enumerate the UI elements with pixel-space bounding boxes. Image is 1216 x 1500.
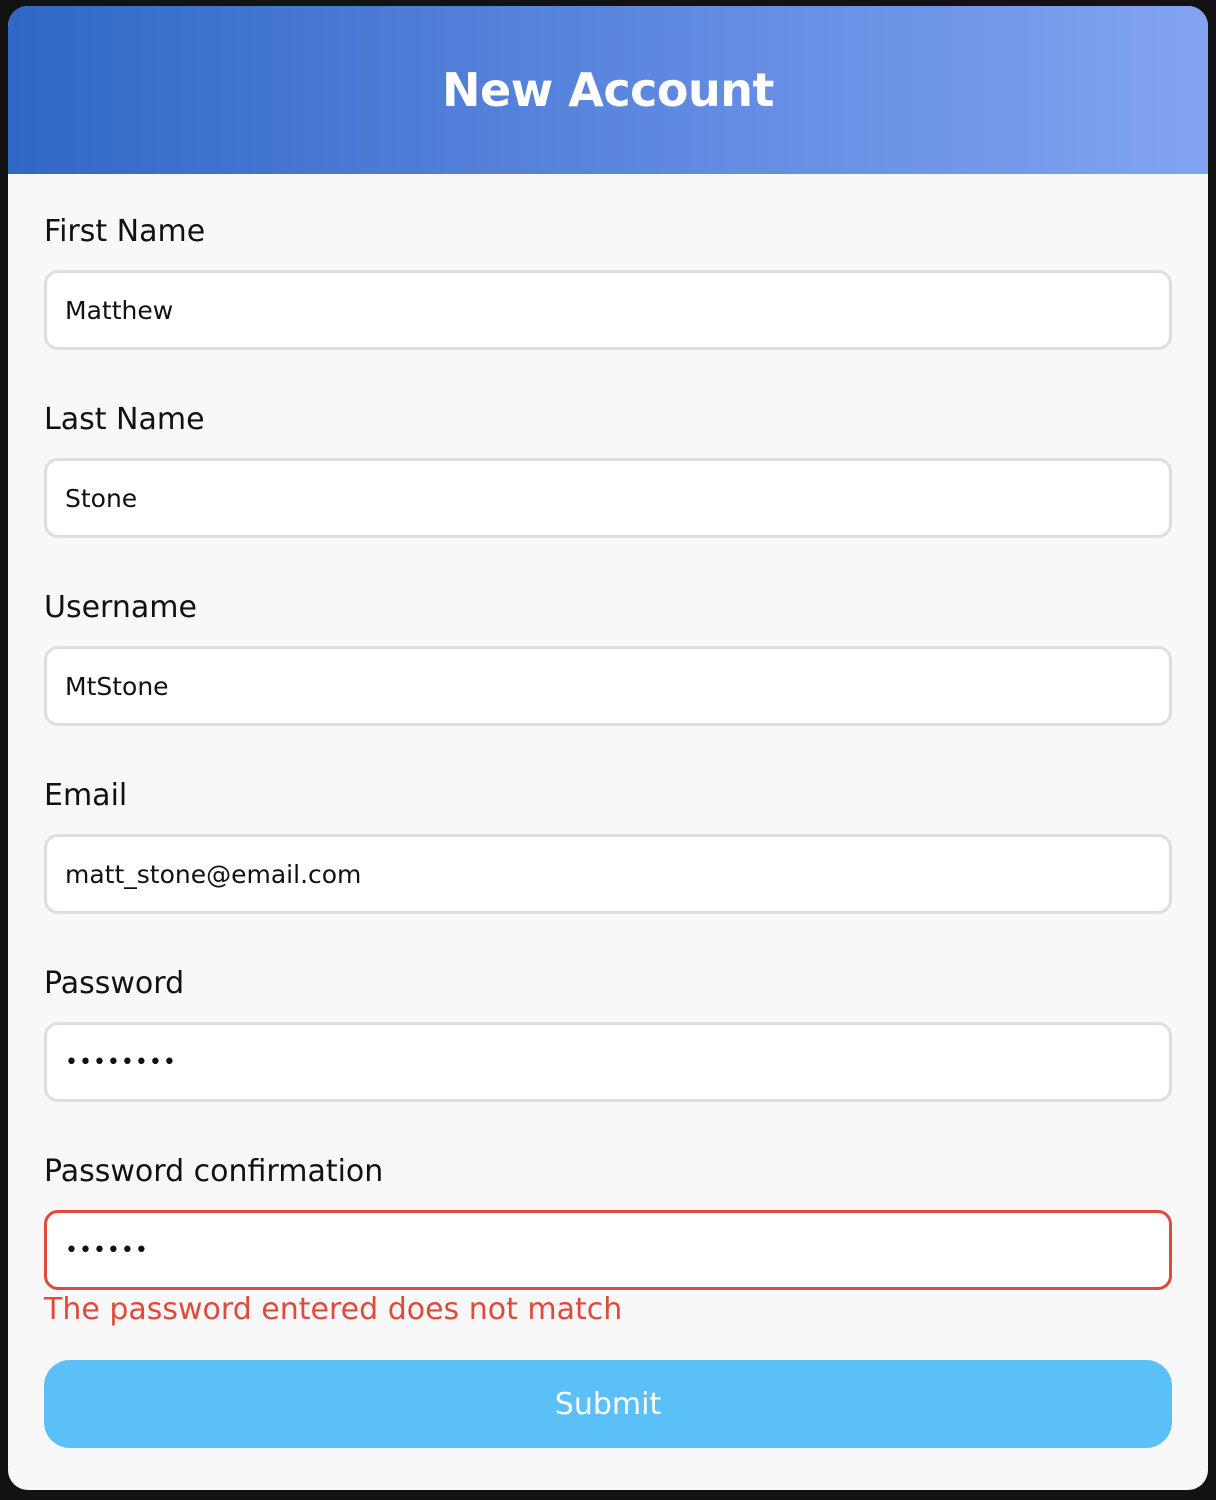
first-name-input[interactable]	[44, 270, 1172, 350]
password-confirmation-label: Password confirmation	[44, 1154, 384, 1189]
card-header: New Account	[8, 6, 1208, 174]
first-name-label: First Name	[44, 214, 206, 249]
last-name-label: Last Name	[44, 402, 205, 437]
password-input[interactable]	[44, 1022, 1172, 1102]
username-input[interactable]	[44, 646, 1172, 726]
password-mismatch-error: The password entered does not match	[44, 1292, 623, 1327]
submit-button[interactable]: Submit	[44, 1360, 1172, 1448]
new-account-card: New Account First Name Last Name Usernam…	[8, 6, 1208, 1490]
password-label: Password	[44, 966, 185, 1001]
password-confirmation-input[interactable]	[44, 1210, 1172, 1290]
last-name-field: Last Name	[44, 398, 1172, 538]
first-name-field: First Name	[44, 210, 1172, 350]
last-name-input[interactable]	[44, 458, 1172, 538]
email-input[interactable]	[44, 834, 1172, 914]
email-label: Email	[44, 778, 128, 813]
page-title: New Account	[442, 63, 774, 117]
username-label: Username	[44, 590, 197, 625]
password-confirmation-field: Password confirmation	[44, 1150, 1172, 1290]
password-field: Password	[44, 962, 1172, 1102]
email-field: Email	[44, 774, 1172, 914]
username-field: Username	[44, 586, 1172, 726]
